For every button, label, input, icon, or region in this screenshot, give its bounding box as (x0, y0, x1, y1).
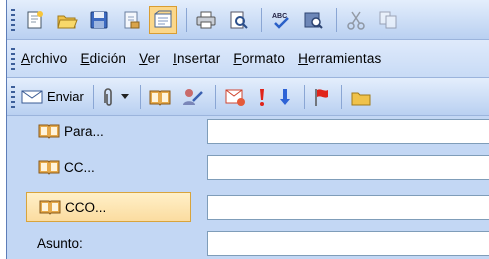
copy-icon (379, 11, 397, 28)
importance-low-button[interactable] (275, 83, 295, 111)
toolbar-separator (336, 7, 337, 32)
toolbar-separator (303, 84, 305, 109)
print-preview-icon (230, 11, 248, 29)
menu-label-rest: nsertar (176, 51, 221, 66)
menu-bar: Archivo Edición Ver Insertar Formato Her… (7, 40, 489, 78)
menu-label-rest: erramientas (308, 51, 382, 66)
to-button[interactable]: Para... (26, 116, 191, 146)
menu-label-rest: rchivo (30, 51, 68, 66)
send-icon (21, 90, 43, 103)
subject-field[interactable] (207, 231, 489, 256)
toolbar-separator (186, 7, 187, 32)
new-icon (27, 10, 43, 28)
svg-text:ABC: ABC (272, 13, 287, 20)
email-toolbar: Enviar (7, 78, 489, 116)
attach-dropdown[interactable] (119, 91, 131, 103)
open-icon (57, 15, 78, 28)
bcc-row: CCO... (7, 192, 489, 222)
subject-row: Asunto: (7, 228, 489, 258)
attach-icon (104, 87, 112, 106)
menu-accel: F (233, 51, 242, 66)
menu-accel: A (21, 51, 31, 66)
cc-button[interactable]: CC... (26, 152, 191, 182)
menu-insertar[interactable]: Insertar (173, 51, 220, 66)
save-button[interactable] (85, 6, 113, 34)
bcc-field[interactable] (207, 195, 489, 220)
menu-label-rest: dición (89, 51, 127, 66)
address-area: Para... CC... CCO... Asunto: (7, 116, 489, 259)
cut-icon (347, 11, 365, 30)
research-book-icon (304, 12, 323, 29)
toolbar-separator (139, 84, 141, 109)
print-button[interactable] (192, 6, 220, 34)
toolbar-separator (214, 84, 216, 109)
address-book-icon (38, 124, 60, 139)
send-button[interactable]: Enviar (21, 89, 84, 105)
permission-button[interactable] (117, 6, 145, 34)
bcc-label: CCO... (65, 199, 107, 215)
menu-herramientas[interactable]: Herramientas (298, 51, 381, 66)
address-book-icon (39, 200, 61, 215)
menu-label-rest: ormato (241, 51, 286, 66)
bcc-button[interactable]: CCO... (26, 192, 191, 222)
menu-formato[interactable]: Formato (233, 51, 285, 66)
toolbar-separator (261, 7, 262, 32)
toolbar-separator (340, 84, 342, 109)
to-row: Para... (7, 116, 489, 146)
research-book-button[interactable] (299, 6, 327, 34)
insert-file-button[interactable] (347, 83, 375, 111)
send-label: Enviar (47, 89, 84, 104)
research-icon (154, 10, 172, 27)
new-button[interactable] (21, 6, 49, 34)
menu-edicion[interactable]: Edición (80, 51, 126, 66)
menu-grip[interactable] (11, 47, 15, 70)
menu-label-rest: er (147, 51, 161, 66)
attach-button[interactable] (99, 83, 117, 111)
print-preview-button[interactable] (224, 6, 252, 34)
chevron-down-icon (120, 94, 129, 99)
menu-ver[interactable]: Ver (139, 51, 160, 66)
cut-button[interactable] (342, 6, 370, 34)
importance-low-icon (279, 88, 290, 105)
address-book-icon (38, 160, 60, 175)
toolbar-grip[interactable] (11, 8, 15, 31)
spelling-icon: ABC (272, 13, 289, 29)
standard-toolbar: ABC (7, 0, 489, 40)
toolbar-separator (92, 84, 94, 109)
check-names-icon (182, 88, 203, 105)
menu-accel: H (298, 51, 309, 66)
options-button[interactable] (221, 83, 249, 111)
permission-icon (124, 11, 140, 28)
cc-row: CC... (7, 152, 489, 182)
cc-label: CC... (64, 159, 95, 175)
save-icon (90, 11, 108, 28)
open-button[interactable] (53, 6, 81, 34)
check-names-button[interactable] (178, 83, 206, 111)
print-icon (196, 11, 216, 28)
options-icon (225, 89, 245, 106)
flag-button[interactable] (310, 83, 332, 111)
spelling-button[interactable]: ABC (267, 6, 295, 34)
importance-high-button[interactable] (253, 83, 271, 111)
menu-accel: E (80, 51, 90, 66)
address-book-icon (149, 90, 171, 106)
importance-high-icon (259, 88, 264, 106)
cc-field[interactable] (207, 155, 489, 180)
menu-accel: V (139, 51, 148, 66)
insert-file-icon (351, 92, 371, 105)
flag-icon (315, 88, 328, 106)
address-book-button[interactable] (146, 83, 174, 111)
toolbar-grip[interactable] (11, 85, 15, 108)
to-label: Para... (64, 123, 104, 139)
subject-label: Asunto: (37, 235, 83, 251)
menu-archivo[interactable]: Archivo (21, 51, 67, 66)
research-button[interactable] (149, 5, 177, 34)
copy-button[interactable] (374, 6, 402, 34)
to-field[interactable] (207, 119, 489, 144)
outlook-message-window: ABC Archivo Edición Ver Insertar Formato… (6, 0, 489, 259)
